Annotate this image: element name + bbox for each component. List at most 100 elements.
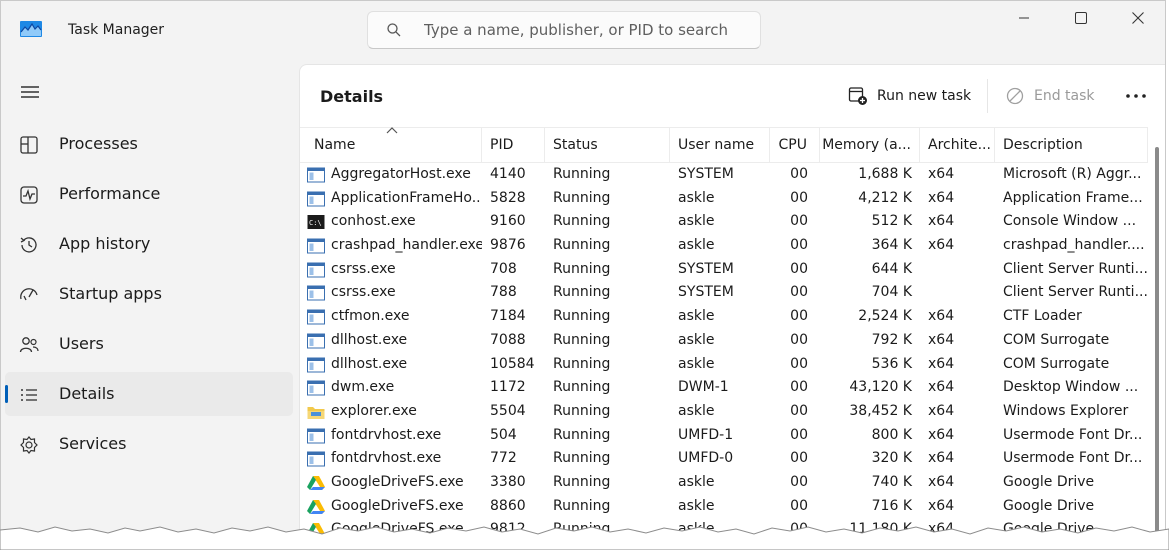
column-user-name-cell: SYSTEM <box>678 284 734 301</box>
column-status-cell: Running <box>553 213 611 230</box>
sidebar-item-services[interactable]: Services <box>5 422 293 466</box>
column-user-name-cell: askle <box>678 189 715 206</box>
end-task-button[interactable]: End task <box>1005 82 1095 110</box>
column-memory-header[interactable]: Memory (a... <box>820 128 920 163</box>
column-user-name-cell: UMFD-1 <box>678 426 734 443</box>
startup-apps-icon <box>20 288 38 301</box>
column-status-cell: Running <box>553 331 611 348</box>
column-architecture-cell: x64 <box>928 426 955 443</box>
column-cpu-header[interactable]: CPU <box>770 128 820 163</box>
column-pid-cell: 9160 <box>490 213 526 230</box>
minimize-button[interactable] <box>997 1 1051 35</box>
column-user-name-cell: SYSTEM <box>678 166 734 182</box>
table-row[interactable]: csrss.exe 788 Running SYSTEM 00 704 K Client S… <box>300 281 1148 305</box>
column-user-name-cell: askle <box>678 402 715 419</box>
column-name-cell: conhost.exe <box>331 213 416 230</box>
search-icon <box>387 23 401 37</box>
column-description-cell: Usermode Font Dr... <box>1003 450 1143 467</box>
column-cpu-cell: 00 <box>790 284 808 301</box>
column-architecture-cell: x64 <box>928 379 955 396</box>
column-architecture-cell: x64 <box>928 308 955 325</box>
column-description-cell: Usermode Font Dr... <box>1003 426 1143 443</box>
table-row[interactable]: dllhost.exe 10584 Running askle 00 536 K x64 CO… <box>300 353 1148 377</box>
column-cpu-cell: 00 <box>790 308 808 325</box>
column-status-header[interactable]: Status <box>545 128 670 163</box>
app-window-icon <box>307 238 325 254</box>
column-pid-cell: 7088 <box>490 331 526 348</box>
app-window-icon <box>307 357 325 372</box>
column-description-cell: Console Window ... <box>1003 213 1137 230</box>
table-row[interactable]: crashpad_handler.exe 9876 Running askle 00 36… <box>300 234 1148 258</box>
column-name-cell: AggregatorHost.exe <box>331 166 471 182</box>
column-cpu-cell: 00 <box>790 355 808 372</box>
table-row[interactable]: dwm.exe 1172 Running DWM-1 00 43,120 K x64 Desk… <box>300 376 1148 400</box>
vertical-scrollbar[interactable] <box>1155 147 1159 545</box>
sidebar-item-startup-apps[interactable]: Startup apps <box>5 272 293 316</box>
app-window-icon <box>307 285 325 301</box>
sidebar-item-processes[interactable]: Processes <box>5 122 293 166</box>
column-user-name-cell: askle <box>678 473 715 490</box>
column-description-cell: Google Drive <box>1003 473 1095 490</box>
column-memory-cell: 38,452 K <box>849 402 912 419</box>
column-description-header[interactable]: Description <box>995 128 1148 163</box>
column-pid-cell: 708 <box>490 260 517 277</box>
table-row[interactable]: fontdrvhost.exe 504 Running UMFD-1 00 800 K x6… <box>300 424 1148 448</box>
column-memory-cell: 1,688 K <box>858 166 912 182</box>
run-new-task-button[interactable]: Run new task <box>848 82 971 110</box>
sidebar-item-performance[interactable]: Performance <box>5 172 293 216</box>
column-memory-cell: 364 K <box>871 237 912 254</box>
table-row[interactable]: AggregatorHost.exe 4140 Running SYSTEM 00 1,6… <box>300 163 1148 187</box>
column-memory-cell: 512 K <box>871 213 912 230</box>
table-row[interactable]: GoogleDriveFS.exe 8860 Running askle 00 716 K… <box>300 495 1148 519</box>
column-architecture-cell: x64 <box>928 450 955 467</box>
column-user-name-header[interactable]: User name <box>670 128 770 163</box>
table-row[interactable]: dllhost.exe 7088 Running askle 00 792 K x64 COM… <box>300 329 1148 353</box>
column-pid-cell: 10584 <box>490 355 535 372</box>
column-pid-header[interactable]: PID <box>482 128 545 163</box>
column-name-cell: dwm.exe <box>331 379 395 396</box>
more-options-button[interactable] <box>1122 86 1150 106</box>
table-row[interactable]: conhost.exe 9160 Running askle 00 512 K x64 Con… <box>300 210 1148 234</box>
column-status-cell: Running <box>553 379 611 396</box>
sidebar-item-users[interactable]: Users <box>5 322 293 366</box>
sidebar-item-app-history[interactable]: App history <box>5 222 293 266</box>
column-architecture-cell <box>920 281 995 305</box>
column-user-name-cell: SYSTEM <box>678 260 734 277</box>
google-drive-icon <box>307 499 325 514</box>
sidebar: Processes Performance App history Startu… <box>1 63 299 547</box>
column-status-cell: Running <box>553 450 611 467</box>
more-options-icon <box>1126 94 1146 98</box>
column-pid-cell: 8860 <box>490 497 526 514</box>
search-input[interactable] <box>424 21 754 39</box>
app-window-icon <box>307 333 325 349</box>
page-title: Details <box>320 87 384 106</box>
column-name-cell: GoogleDriveFS.exe <box>331 497 464 514</box>
table-row[interactable]: ctfmon.exe 7184 Running askle 00 2,524 K x64 CT… <box>300 305 1148 329</box>
sort-ascending-icon <box>386 127 398 134</box>
column-user-name-cell: DWM-1 <box>678 379 729 396</box>
table-row[interactable]: csrss.exe 708 Running SYSTEM 00 644 K Client S… <box>300 258 1148 282</box>
search-box[interactable] <box>367 11 761 49</box>
table-row[interactable]: explorer.exe 5504 Running askle 00 38,452 K x6… <box>300 400 1148 424</box>
sidebar-item-details[interactable]: Details <box>5 372 293 416</box>
column-architecture-cell: x64 <box>928 213 955 230</box>
close-button[interactable] <box>1111 1 1165 35</box>
column-description-cell: Desktop Window ... <box>1003 379 1139 396</box>
svg-text:C:\: C:\ <box>309 219 322 227</box>
table-row[interactable]: GoogleDriveFS.exe 3380 Running askle 00 740 K… <box>300 471 1148 495</box>
menu-button[interactable] <box>15 77 45 107</box>
column-status-cell: Running <box>553 426 611 443</box>
column-pid-cell: 5828 <box>490 189 526 206</box>
run-new-task-icon <box>848 87 867 105</box>
column-memory-cell: 800 K <box>871 426 912 443</box>
column-name-cell: csrss.exe <box>331 284 396 301</box>
column-architecture-header[interactable]: Archite... <box>920 128 995 163</box>
column-user-name-cell: UMFD-0 <box>678 450 734 467</box>
table-row[interactable]: fontdrvhost.exe 772 Running UMFD-0 00 320 K x6… <box>300 447 1148 471</box>
column-name-cell: explorer.exe <box>331 402 417 419</box>
maximize-button[interactable] <box>1054 1 1108 35</box>
title-bar: Task Manager <box>1 1 1165 63</box>
column-cpu-cell: 00 <box>790 260 808 277</box>
table-row[interactable]: ApplicationFrameHo... 5828 Running askle 00 4… <box>300 187 1148 211</box>
column-memory-cell: 792 K <box>871 331 912 348</box>
